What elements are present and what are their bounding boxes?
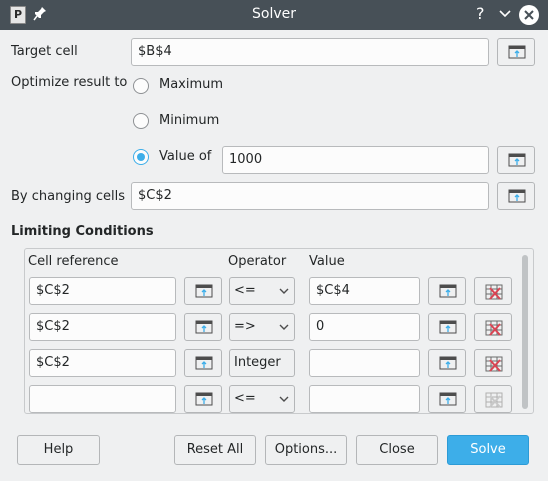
- maximum-radio[interactable]: [133, 78, 149, 94]
- condition-value-input[interactable]: [309, 385, 420, 413]
- value-of-label[interactable]: Value of: [159, 149, 211, 164]
- delete-row-icon: [485, 320, 503, 336]
- target-cell-shrink-button[interactable]: [497, 38, 535, 66]
- condition-value-shrink-button[interactable]: [428, 277, 466, 305]
- operator-select[interactable]: <=: [229, 277, 295, 305]
- condition-value-shrink-button[interactable]: [428, 349, 466, 377]
- help-icon[interactable]: ?: [476, 4, 485, 23]
- condition-cell-shrink-button[interactable]: [184, 385, 222, 413]
- optimize-label: Optimize result to: [11, 75, 128, 90]
- operator-select[interactable]: <=: [229, 385, 295, 413]
- shrink-icon: [195, 284, 213, 298]
- operator-value: <=: [234, 283, 256, 298]
- condition-cell-shrink-button[interactable]: [184, 313, 222, 341]
- limiting-conditions-panel: Cell reference Operator Value $C$2 <= $C…: [24, 248, 534, 414]
- operator-value: =>: [234, 319, 256, 334]
- operator-header: Operator: [228, 254, 287, 269]
- shrink-icon: [508, 189, 526, 203]
- shrink-icon: [195, 356, 213, 370]
- delete-row-icon: [485, 356, 503, 372]
- target-cell-input[interactable]: $B$4: [131, 38, 489, 66]
- minimum-label[interactable]: Minimum: [159, 113, 219, 128]
- operator-value: Integer: [234, 355, 281, 370]
- condition-value-input[interactable]: [309, 349, 420, 377]
- delete-row-icon: [485, 392, 503, 408]
- chevron-down-icon: [279, 288, 289, 294]
- delete-row-icon: [485, 284, 503, 300]
- changing-cells-shrink-button[interactable]: [497, 182, 535, 210]
- close-icon: [524, 10, 534, 20]
- condition-cell-shrink-button[interactable]: [184, 349, 222, 377]
- operator-value: <=: [234, 391, 256, 406]
- delete-condition-button[interactable]: [474, 277, 512, 305]
- condition-cell-input[interactable]: $C$2: [29, 349, 176, 377]
- solve-button[interactable]: Solve: [447, 435, 529, 465]
- cell-reference-header: Cell reference: [28, 254, 119, 269]
- conditions-scrollbar[interactable]: [522, 255, 528, 409]
- close-button[interactable]: Close: [356, 435, 438, 465]
- value-of-radio[interactable]: [133, 149, 149, 165]
- value-of-input[interactable]: 1000: [222, 146, 489, 174]
- shrink-icon: [439, 284, 457, 298]
- condition-cell-input[interactable]: $C$2: [29, 277, 176, 305]
- condition-cell-input[interactable]: [29, 385, 176, 413]
- changing-cells-input[interactable]: $C$2: [131, 182, 489, 210]
- shrink-icon: [439, 392, 457, 406]
- shrink-icon: [508, 45, 526, 59]
- title-bar: P Solver ?: [0, 0, 548, 30]
- chevron-down-icon: [279, 324, 289, 330]
- delete-condition-button[interactable]: [474, 385, 512, 413]
- operator-select[interactable]: =>: [229, 313, 295, 341]
- minimum-radio[interactable]: [133, 113, 149, 129]
- scrollbar-thumb[interactable]: [522, 255, 528, 409]
- shrink-icon: [508, 153, 526, 167]
- condition-value-input[interactable]: 0: [309, 313, 420, 341]
- shrink-icon: [195, 392, 213, 406]
- shrink-icon: [439, 356, 457, 370]
- condition-value-shrink-button[interactable]: [428, 385, 466, 413]
- minimize-chevron-icon[interactable]: [498, 7, 512, 21]
- changing-cells-label: By changing cells: [11, 189, 125, 204]
- condition-cell-shrink-button[interactable]: [184, 277, 222, 305]
- limiting-conditions-title: Limiting Conditions: [11, 224, 154, 239]
- condition-cell-input[interactable]: $C$2: [29, 313, 176, 341]
- value-header: Value: [309, 254, 345, 269]
- shrink-icon: [195, 320, 213, 334]
- help-button[interactable]: Help: [17, 435, 100, 465]
- window-title: Solver: [252, 6, 296, 22]
- chevron-down-icon: [279, 396, 289, 402]
- value-of-shrink-button[interactable]: [497, 146, 535, 174]
- condition-value-shrink-button[interactable]: [428, 313, 466, 341]
- delete-condition-button[interactable]: [474, 313, 512, 341]
- operator-select[interactable]: Integer: [229, 349, 295, 377]
- condition-value-input[interactable]: $C$4: [309, 277, 420, 305]
- reset-all-button[interactable]: Reset All: [174, 435, 256, 465]
- maximum-label[interactable]: Maximum: [159, 77, 223, 92]
- options-button[interactable]: Options...: [265, 435, 347, 465]
- shrink-icon: [439, 320, 457, 334]
- delete-condition-button[interactable]: [474, 349, 512, 377]
- close-window-button[interactable]: [519, 5, 539, 25]
- target-cell-label: Target cell: [11, 44, 78, 59]
